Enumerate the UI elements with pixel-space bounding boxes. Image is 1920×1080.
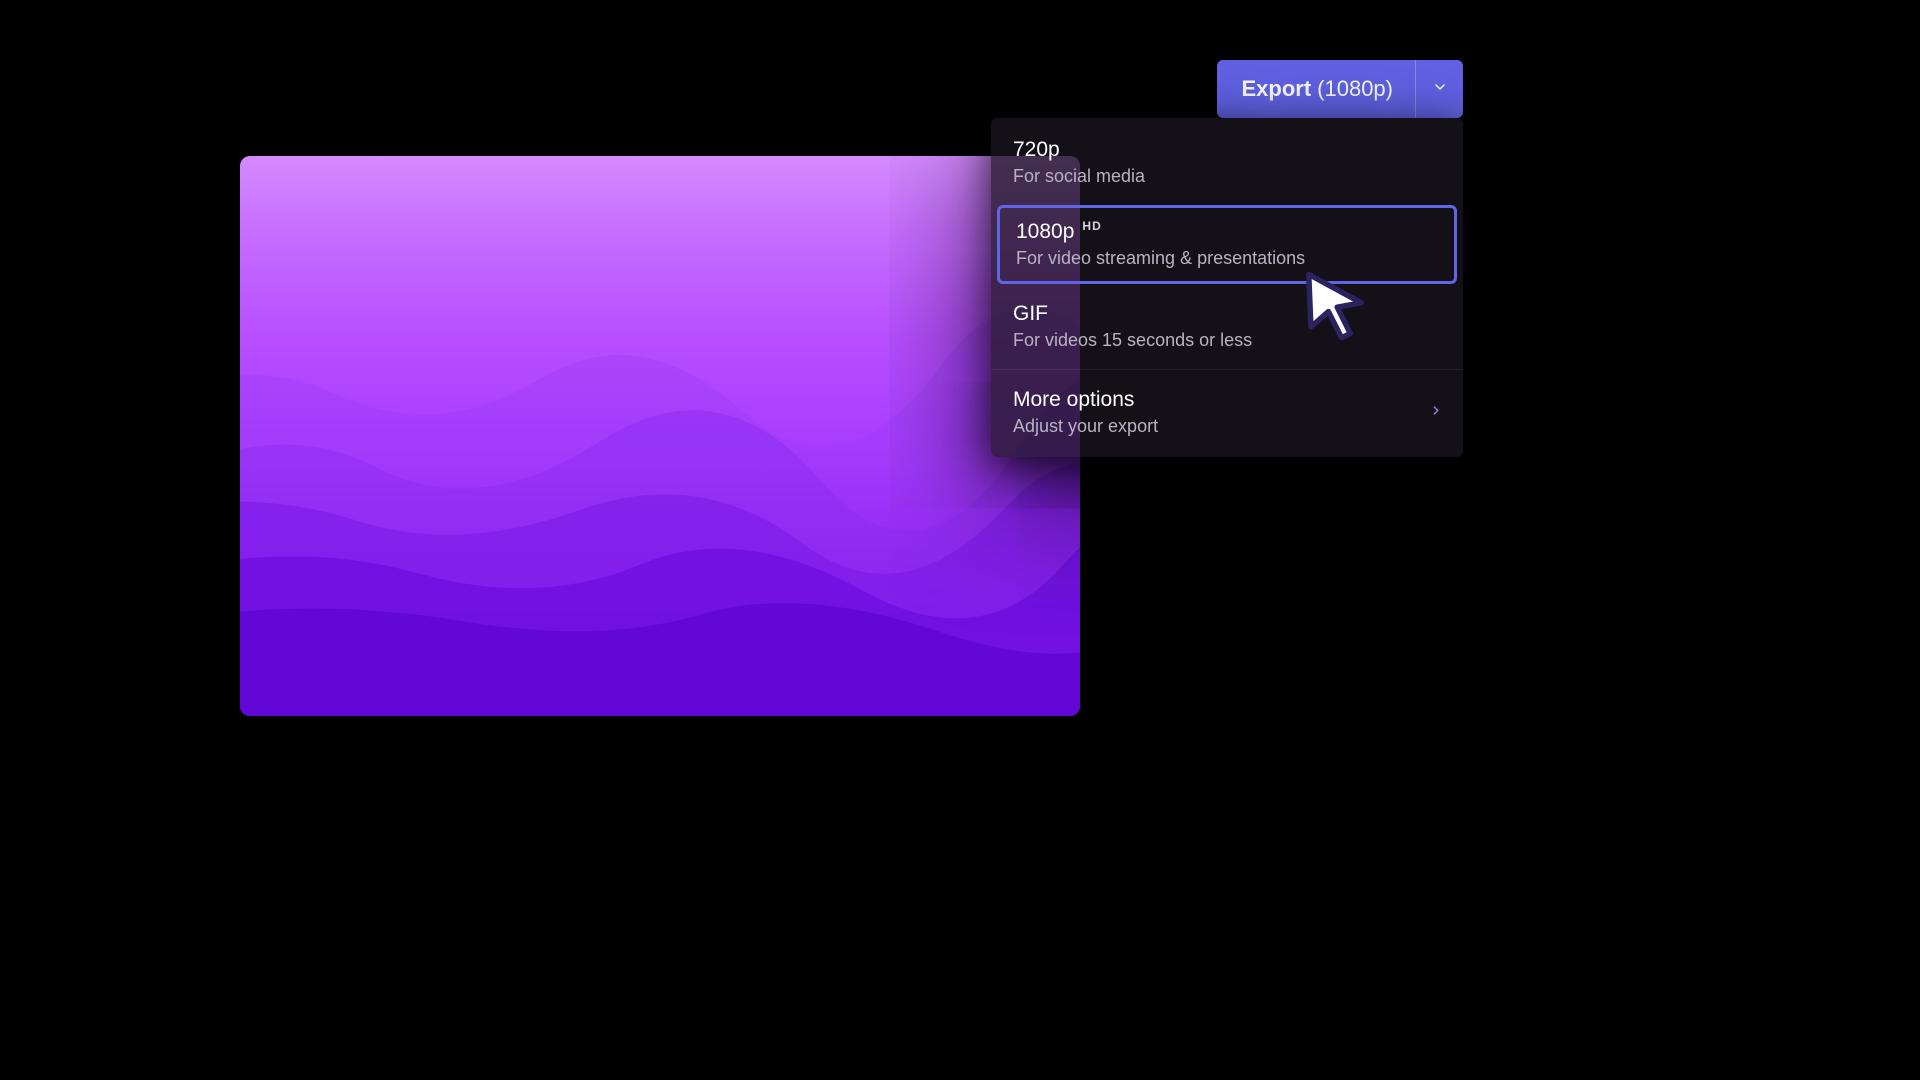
export-option-gif[interactable]: GIF For videos 15 seconds or less [991, 288, 1463, 365]
export-option-subtitle: For social media [1013, 166, 1441, 187]
chevron-down-icon [1432, 79, 1448, 100]
hd-badge: HD [1082, 219, 1101, 233]
export-more-options[interactable]: More options Adjust your export [991, 374, 1463, 451]
export-option-720p[interactable]: 720p For social media [991, 124, 1463, 201]
export-button-label: Export [1241, 76, 1311, 102]
export-button-resolution: (1080p) [1317, 76, 1393, 102]
chevron-right-icon [1429, 403, 1443, 422]
export-option-subtitle: For videos 15 seconds or less [1013, 330, 1441, 351]
export-option-title: 1080p [1016, 220, 1074, 244]
export-options-menu: 720p For social media 1080p HD For video… [991, 118, 1463, 457]
video-preview-thumbnail [240, 156, 1080, 716]
more-options-title: More options [1013, 388, 1441, 412]
export-option-subtitle: For video streaming & presentations [1016, 248, 1438, 269]
more-options-subtitle: Adjust your export [1013, 416, 1441, 437]
export-option-1080p[interactable]: 1080p HD For video streaming & presentat… [997, 205, 1457, 284]
export-option-title: 720p [1013, 138, 1441, 162]
menu-divider [991, 369, 1463, 370]
export-button[interactable]: Export (1080p) [1217, 60, 1415, 118]
export-option-title: GIF [1013, 302, 1441, 326]
export-button-group: Export (1080p) [1217, 60, 1463, 118]
export-options-toggle[interactable] [1415, 60, 1463, 118]
